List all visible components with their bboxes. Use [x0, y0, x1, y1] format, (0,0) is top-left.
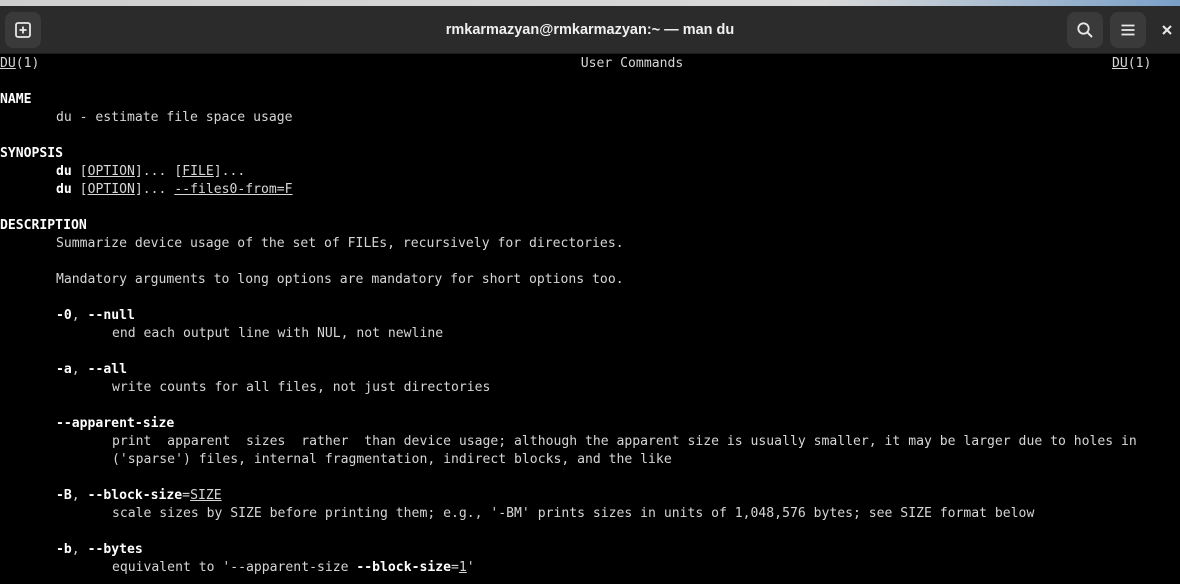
option-sep: , [71, 362, 88, 377]
option-short: -0 [56, 308, 72, 323]
synopsis-arg: --files0-from=F [174, 182, 293, 197]
desc-arg: 1 [458, 560, 467, 575]
hamburger-menu-icon [1121, 24, 1135, 36]
option-sep: , [71, 308, 88, 323]
description-text: Mandatory arguments to long options are … [56, 272, 624, 287]
terminal-window: rmkarmazyan@rmkarmazyan:~ — man du DU(1) [0, 0, 1180, 584]
option-eq: = [182, 488, 191, 503]
option-long: --apparent-size [56, 416, 175, 431]
description-heading: DESCRIPTION [0, 218, 87, 233]
header-right-name: DU [1112, 56, 1128, 71]
option-long: --null [87, 308, 135, 323]
option-long: --block-size [87, 488, 183, 503]
option-heading: -0, --null [56, 307, 135, 325]
close-button[interactable] [1160, 12, 1180, 48]
option-description: equivalent to '--apparent-size --block-s… [112, 559, 475, 577]
synopsis-arg: OPTION [87, 182, 135, 197]
option-heading: -b, --bytes [56, 541, 143, 559]
desc-pre: equivalent to '--apparent-size [112, 560, 357, 575]
terminal-content[interactable]: DU(1) User Commands DU(1) NAME du - esti… [0, 55, 1180, 584]
desc-eq: = [451, 560, 459, 575]
description-text: Summarize device usage of the set of FIL… [56, 236, 624, 251]
option-short: -b [56, 542, 72, 557]
synopsis-command: du [56, 164, 72, 179]
synopsis-end: ... [221, 164, 246, 179]
synopsis-sep: ... [142, 182, 175, 197]
synopsis-heading: SYNOPSIS [0, 146, 64, 161]
option-sep: , [71, 542, 88, 557]
menu-button[interactable] [1110, 12, 1146, 48]
close-icon [1162, 25, 1172, 35]
synopsis-line: du [OPTION]... --files0-from=F [56, 182, 293, 197]
synopsis-arg: FILE [182, 164, 214, 179]
synopsis-space [72, 164, 80, 179]
search-icon [1077, 22, 1093, 38]
option-heading: -B, --block-size=SIZE [56, 487, 222, 505]
option-description: scale sizes by SIZE before printing them… [112, 506, 1035, 521]
option-sep: , [71, 488, 88, 503]
synopsis-command: du [56, 182, 72, 197]
header-right-section: (1) [1127, 56, 1152, 71]
synopsis-line: du [OPTION]... [FILE]... [56, 164, 246, 179]
desc-post: ' [466, 560, 475, 575]
desktop-edge [0, 0, 1180, 6]
man-header: DU(1) User Commands DU(1) [0, 55, 1180, 73]
option-description: write counts for all files, not just dir… [112, 380, 491, 395]
option-short: -B [56, 488, 72, 503]
option-long: --bytes [87, 542, 143, 557]
title-bar: rmkarmazyan@rmkarmazyan:~ — man du [0, 0, 1180, 54]
synopsis-arg: OPTION [87, 164, 135, 179]
option-heading: --apparent-size [56, 415, 174, 433]
option-long: --all [87, 362, 127, 377]
option-arg: SIZE [190, 488, 222, 503]
name-text: du - estimate file space usage [56, 110, 293, 125]
option-description: end each output line with NUL, not newli… [112, 326, 444, 341]
desc-bold: --block-size [356, 560, 451, 575]
option-short: -a [56, 362, 72, 377]
name-heading: NAME [0, 92, 32, 107]
option-description: print apparent sizes rather than device … [112, 434, 1137, 449]
search-button[interactable] [1067, 12, 1103, 48]
option-description: ('sparse') files, internal fragmentation… [112, 452, 672, 467]
synopsis-space [72, 182, 80, 197]
window-title: rmkarmazyan@rmkarmazyan:~ — man du [445, 22, 735, 38]
synopsis-sep: ... [142, 164, 175, 179]
option-heading: -a, --all [56, 361, 127, 379]
header-center: User Commands [580, 56, 684, 71]
